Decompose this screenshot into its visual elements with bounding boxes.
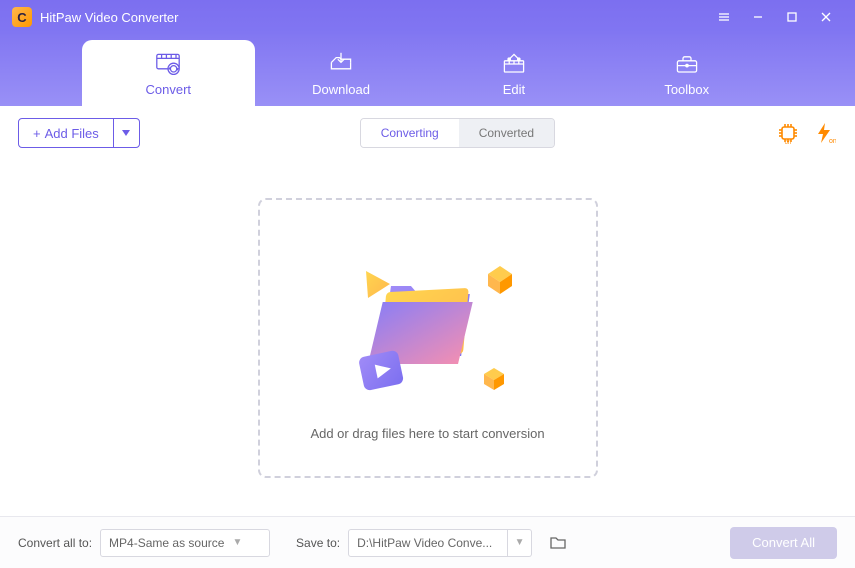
tab-label: Edit <box>503 82 525 97</box>
main-area: Add or drag files here to start conversi… <box>0 160 855 516</box>
output-format-select[interactable]: MP4-Same as source ▼ <box>100 529 270 557</box>
maximize-button[interactable] <box>775 0 809 34</box>
convert-all-button[interactable]: Convert All <box>730 527 837 559</box>
add-files-dropdown[interactable] <box>113 119 139 147</box>
main-nav: Convert Download Edit Toolbox <box>0 34 855 106</box>
tab-label: Toolbox <box>664 82 709 97</box>
menu-button[interactable] <box>707 0 741 34</box>
status-segment: Converting Converted <box>360 118 555 148</box>
convert-all-to-label: Convert all to: <box>18 536 92 550</box>
titlebar: C HitPaw Video Converter <box>0 0 855 34</box>
save-path-dropdown[interactable]: ▼ <box>508 529 532 557</box>
dropzone-hint: Add or drag files here to start conversi… <box>310 426 544 441</box>
dropzone-illustration <box>318 236 538 416</box>
output-format-value: MP4-Same as source <box>109 536 224 550</box>
minimize-button[interactable] <box>741 0 775 34</box>
app-logo: C <box>12 7 32 27</box>
chevron-down-icon: ▼ <box>232 537 242 548</box>
add-files-button[interactable]: + Add Files <box>19 119 113 147</box>
footer: Convert all to: MP4-Same as source ▼ Sav… <box>0 516 855 568</box>
tab-edit[interactable]: Edit <box>428 40 601 106</box>
plus-icon: + <box>33 126 41 141</box>
tab-label: Convert <box>145 82 191 97</box>
dropzone[interactable]: Add or drag files here to start conversi… <box>258 198 598 478</box>
close-button[interactable] <box>809 0 843 34</box>
open-folder-button[interactable] <box>544 529 572 557</box>
tab-toolbox[interactable]: Toolbox <box>600 40 773 106</box>
save-path-select[interactable]: D:\HitPaw Video Conve... <box>348 529 508 557</box>
segment-converting[interactable]: Converting <box>361 119 459 147</box>
tab-convert[interactable]: Convert <box>82 40 255 106</box>
toolbar: + Add Files Converting Converted on on <box>0 106 855 160</box>
tab-label: Download <box>312 82 370 97</box>
tab-download[interactable]: Download <box>255 40 428 106</box>
app-title: HitPaw Video Converter <box>40 10 179 25</box>
gpu-accel-button[interactable]: on <box>775 120 801 146</box>
save-path-value: D:\HitPaw Video Conve... <box>357 536 499 550</box>
svg-text:on: on <box>829 138 836 145</box>
lightning-button[interactable]: on <box>811 120 837 146</box>
save-to-label: Save to: <box>296 536 340 550</box>
add-files-label: Add Files <box>45 126 99 141</box>
add-files-group: + Add Files <box>18 118 140 148</box>
svg-text:on: on <box>785 140 792 145</box>
segment-converted[interactable]: Converted <box>459 119 554 147</box>
